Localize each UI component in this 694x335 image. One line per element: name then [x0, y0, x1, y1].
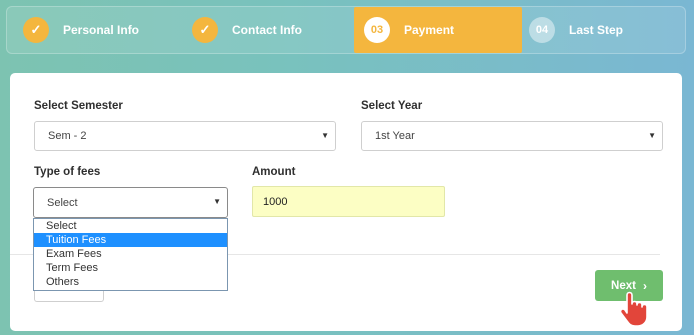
checkmark-icon: ✓: [192, 17, 218, 43]
step-number: 04: [529, 17, 555, 43]
next-label: Next: [611, 279, 636, 292]
step-number: 03: [364, 17, 390, 43]
step-label: Payment: [404, 23, 455, 37]
semester-select[interactable]: Sem - 2 ▼: [34, 121, 336, 151]
amount-label: Amount: [252, 166, 296, 178]
caret-down-icon: ▼: [213, 197, 221, 206]
dropdown-option[interactable]: Others: [34, 275, 227, 289]
checkmark-icon: ✓: [23, 17, 49, 43]
year-label: Select Year: [361, 100, 423, 112]
dropdown-option[interactable]: Select: [34, 219, 227, 233]
year-value: 1st Year: [375, 130, 415, 142]
step-label: Personal Info: [63, 23, 140, 37]
amount-input[interactable]: 1000: [252, 186, 445, 217]
step-label: Last Step: [569, 23, 624, 37]
caret-down-icon: ▼: [321, 131, 329, 140]
step-last-step[interactable]: 04 Last Step: [529, 7, 623, 53]
semester-label: Select Semester: [34, 100, 123, 112]
dropdown-option[interactable]: Term Fees: [34, 261, 227, 275]
fees-value: Select: [47, 196, 78, 209]
caret-down-icon: ▼: [648, 131, 656, 140]
dropdown-option[interactable]: Exam Fees: [34, 247, 227, 261]
step-contact-info[interactable]: ✓ Contact Info: [192, 7, 302, 53]
hand-pointer-icon: [619, 291, 648, 327]
amount-value: 1000: [263, 195, 288, 208]
progress-stepper: ✓ Personal Info ✓ Contact Info 03 Paymen…: [6, 6, 686, 54]
fees-label: Type of fees: [34, 166, 101, 178]
step-label: Contact Info: [232, 23, 302, 37]
step-personal-info[interactable]: ✓ Personal Info: [23, 7, 139, 53]
previous-button[interactable]: [34, 291, 104, 302]
fees-select[interactable]: Select ▼: [33, 187, 228, 218]
semester-value: Sem - 2: [48, 130, 87, 142]
dropdown-option-highlighted[interactable]: Tuition Fees: [34, 233, 227, 247]
step-payment[interactable]: 03 Payment: [354, 7, 522, 53]
year-select[interactable]: 1st Year ▼: [361, 121, 663, 151]
fees-dropdown-list[interactable]: Select Tuition Fees Exam Fees Term Fees …: [33, 218, 228, 291]
